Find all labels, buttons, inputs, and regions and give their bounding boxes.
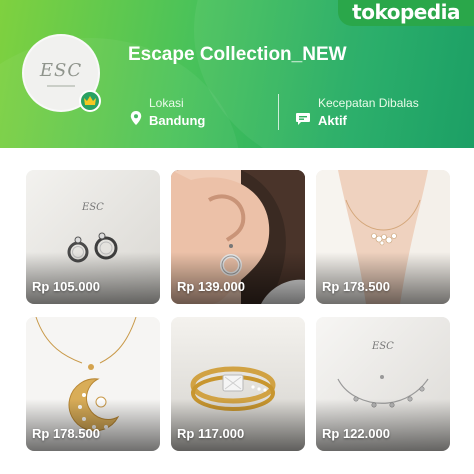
info-divider bbox=[278, 94, 279, 130]
product-card[interactable]: Rp 139.000 bbox=[171, 170, 305, 304]
product-card[interactable]: Rp 178.500 bbox=[26, 317, 160, 451]
product-price: Rp 122.000 bbox=[322, 426, 390, 441]
location-label: Lokasi bbox=[149, 96, 184, 110]
location-value: Bandung bbox=[149, 113, 206, 128]
product-card[interactable]: Rp 117.000 bbox=[171, 317, 305, 451]
shop-logo-text: ESC bbox=[39, 59, 83, 81]
response-speed-label: Kecepatan Dibalas bbox=[318, 96, 419, 110]
price-overlay bbox=[26, 252, 160, 304]
shop-logo-underline bbox=[47, 84, 75, 87]
price-overlay bbox=[316, 252, 450, 304]
price-overlay bbox=[26, 399, 160, 451]
shop-avatar[interactable]: ESC bbox=[22, 34, 100, 112]
price-overlay bbox=[171, 399, 305, 451]
product-price: Rp 105.000 bbox=[32, 279, 100, 294]
tokopedia-logo: tokopedia bbox=[338, 0, 474, 26]
shop-name[interactable]: Escape Collection_NEW bbox=[128, 44, 347, 66]
product-card[interactable]: ESC Rp 122.000 bbox=[316, 317, 450, 451]
shop-header: tokopedia ESC Escape Collection_NEW Loka… bbox=[0, 0, 474, 148]
product-grid: ESC Rp 105.000 Rp 139.000 Rp 178.500 Rp … bbox=[26, 170, 450, 456]
product-card[interactable]: ESC Rp 105.000 bbox=[26, 170, 160, 304]
price-overlay bbox=[316, 399, 450, 451]
product-card[interactable]: Rp 178.500 bbox=[316, 170, 450, 304]
chat-bubble-icon bbox=[296, 113, 310, 125]
price-overlay bbox=[171, 252, 305, 304]
svg-text:ESC: ESC bbox=[81, 202, 104, 213]
crown-icon bbox=[79, 90, 101, 112]
product-price: Rp 178.500 bbox=[32, 426, 100, 441]
svg-text:ESC: ESC bbox=[371, 341, 394, 352]
product-price: Rp 139.000 bbox=[177, 279, 245, 294]
response-speed-value: Aktif bbox=[318, 113, 347, 128]
product-price: Rp 178.500 bbox=[322, 279, 390, 294]
location-pin-icon bbox=[130, 111, 142, 125]
product-price: Rp 117.000 bbox=[177, 426, 245, 441]
